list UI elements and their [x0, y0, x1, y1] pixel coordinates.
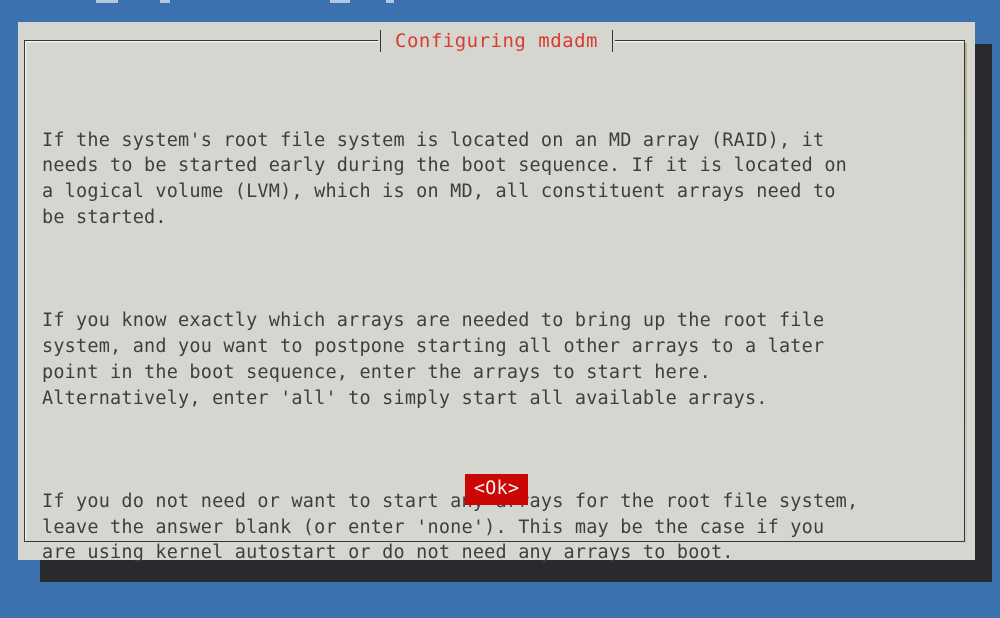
configuring-mdadm-dialog: Configuring mdadm If the system's root f… — [18, 22, 975, 563]
ok-button[interactable]: <Ok> — [464, 474, 529, 505]
paragraph-1: If the system's root file system is loca… — [42, 129, 847, 228]
paragraph-2: If you know exactly which arrays are nee… — [42, 310, 825, 409]
dialog-body-text: If the system's root file system is loca… — [42, 76, 951, 618]
dialog-button-row: <Ok> — [18, 474, 975, 505]
clipped-text-remnants — [0, 0, 1000, 6]
desktop-background: Configuring mdadm If the system's root f… — [0, 0, 1000, 600]
